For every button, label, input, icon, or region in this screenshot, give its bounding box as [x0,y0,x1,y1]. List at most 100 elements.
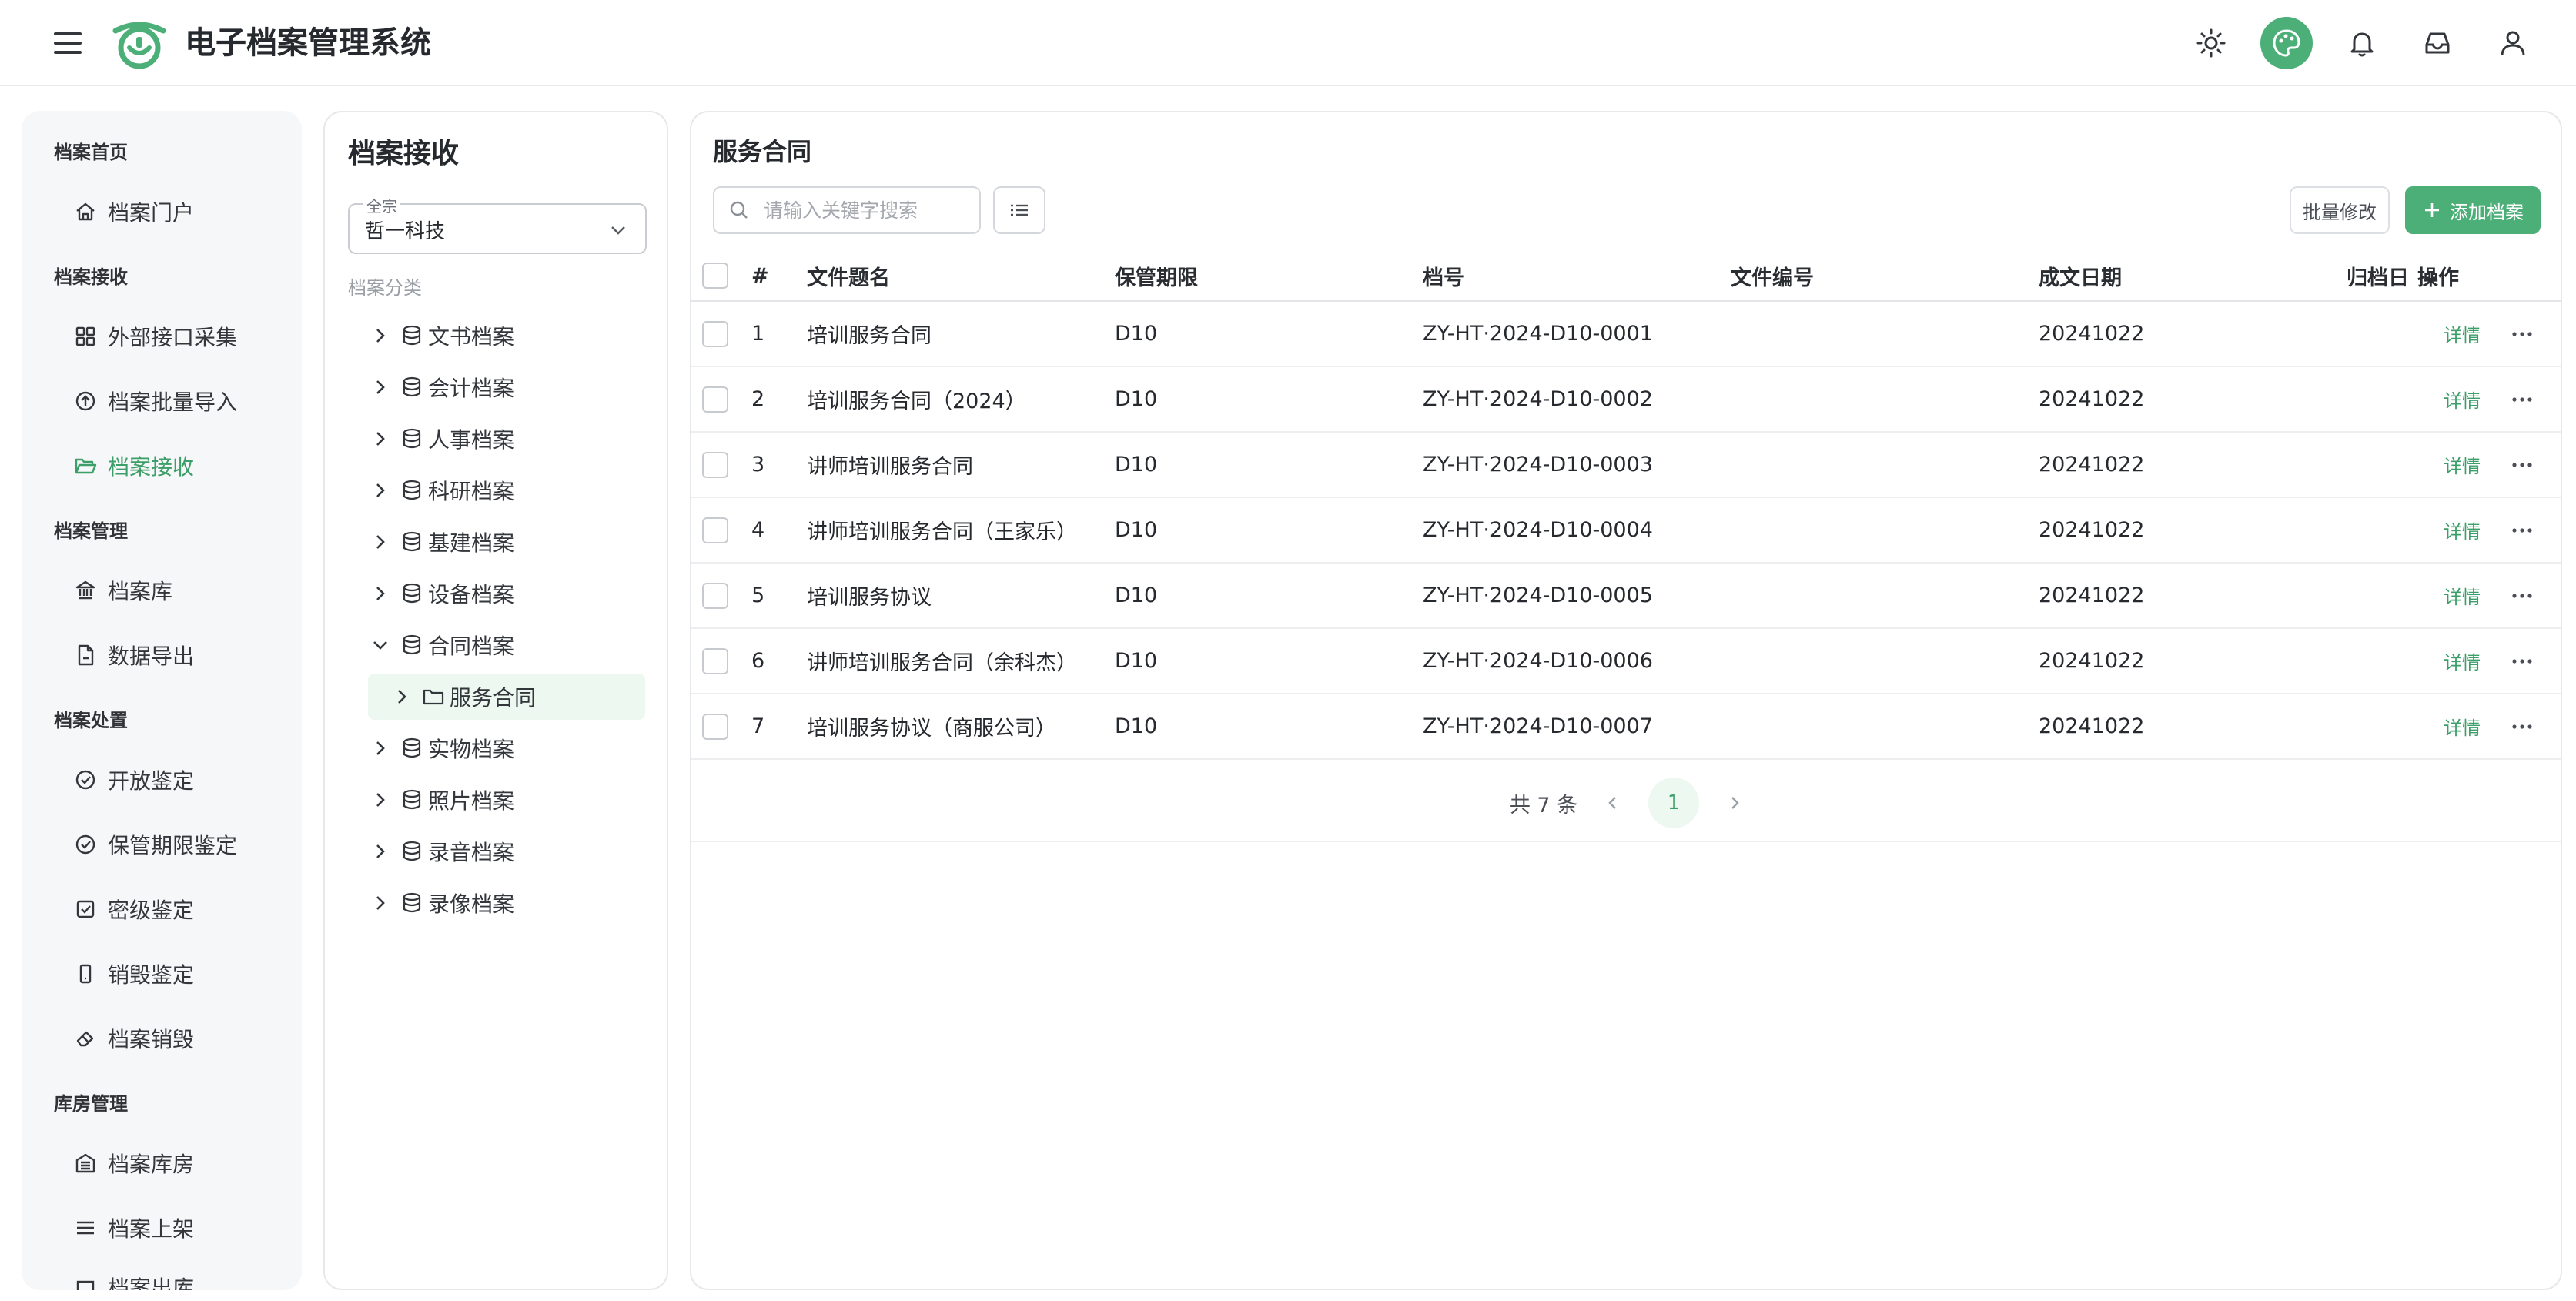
select-all-checkbox[interactable] [702,263,728,289]
inbox-button[interactable] [2416,22,2459,65]
sidebar-item-batch-import[interactable]: 档案批量导入 [74,380,237,423]
chevron-right-icon[interactable] [366,425,394,453]
row-checkbox[interactable] [702,713,728,740]
batch-edit-button[interactable]: 批量修改 [2290,186,2390,234]
chevron-right-icon[interactable] [366,322,394,349]
tree-node[interactable]: 设备档案 [366,570,644,617]
tree-node[interactable]: 科研档案 [366,467,644,513]
row-checkbox[interactable] [702,582,728,609]
palette-button[interactable] [2260,17,2313,69]
tree-node[interactable]: 录音档案 [366,828,644,875]
sidebar-item-shelving[interactable]: 档案上架 [74,1206,194,1249]
list-filter-icon [1011,204,1028,216]
sidebar-item-repository[interactable]: 档案库 [74,569,172,612]
chevron-right-icon[interactable] [1724,792,1745,814]
column-header-retention[interactable]: 保管期限 [1115,251,1198,300]
detail-link[interactable]: 详情 [2444,564,2481,627]
chevron-down-icon[interactable] [366,631,394,659]
inbox-icon [2425,32,2450,54]
detail-link[interactable]: 详情 [2444,302,2481,366]
page-number-button[interactable]: 1 [1648,778,1700,828]
detail-link[interactable]: 详情 [2444,629,2481,693]
hamburger-menu-icon[interactable] [51,28,88,59]
user-button[interactable] [2491,22,2534,65]
cell-retention: D10 [1115,714,1158,738]
column-header-title[interactable]: 文件题名 [807,251,890,300]
nav-group-title: 档案处置 [54,710,128,731]
eraser-icon [76,1031,94,1047]
sidebar-item-portal[interactable]: 档案门户 [74,190,194,233]
sidebar-item-open-appraisal[interactable]: 开放鉴定 [74,758,194,801]
notification-button[interactable] [2340,22,2384,65]
column-header-archive-date[interactable]: 归档日 [2347,251,2409,300]
search-input[interactable] [764,199,964,222]
sidebar-item-warehouse[interactable]: 档案库房 [74,1142,194,1185]
add-archive-label: 添加档案 [2450,201,2524,223]
chevron-right-icon[interactable] [366,838,394,865]
sidebar-item-destroy-appraisal[interactable]: 销毁鉴定 [74,952,194,995]
cell-index: 7 [751,714,765,738]
sidebar-item-retention-appraisal[interactable]: 保管期限鉴定 [74,823,237,866]
row-checkbox[interactable] [702,451,728,478]
chevron-right-icon[interactable] [366,477,394,504]
search-field[interactable] [713,186,981,234]
detail-link[interactable]: 详情 [2444,367,2481,431]
detail-link[interactable]: 详情 [2444,694,2481,758]
tree-node-label: 基建档案 [428,530,515,556]
column-header-archive-code[interactable]: 档号 [1423,251,1464,300]
more-icon[interactable] [2508,585,2536,607]
tree-node[interactable]: 合同档案 [366,622,644,668]
more-icon[interactable] [2508,716,2536,737]
detail-link[interactable]: 详情 [2444,433,2481,497]
sidebar-item-data-export[interactable]: 数据导出 [74,634,194,677]
row-checkbox[interactable] [702,320,728,347]
chevron-right-icon[interactable] [366,373,394,401]
more-icon[interactable] [2508,389,2536,410]
chevron-right-icon[interactable] [366,889,394,917]
row-checkbox[interactable] [702,647,728,674]
detail-link[interactable]: 详情 [2444,498,2481,562]
sidebar-item-outbound[interactable]: 档案出库 [74,1266,194,1290]
sidebar-item-label: 销毁鉴定 [108,962,195,988]
sidebar-item-label: 档案库 [108,579,173,604]
more-icon[interactable] [2508,323,2536,345]
cell-index: 4 [751,518,765,542]
search-icon [730,201,748,219]
column-header-file-number[interactable]: 文件编号 [1731,251,1814,300]
sidebar-item-label: 档案批量导入 [108,390,238,415]
cell-retention: D10 [1115,518,1158,542]
tree-node[interactable]: 会计档案 [366,364,644,410]
more-icon[interactable] [2508,454,2536,476]
sidebar-item-label: 保管期限鉴定 [108,833,238,858]
more-icon[interactable] [2508,520,2536,541]
row-checkbox[interactable] [702,517,728,543]
chevron-right-icon[interactable] [366,734,394,762]
chevron-down-icon [611,226,625,235]
add-archive-button[interactable]: 添加档案 [2405,186,2541,234]
chevron-right-icon[interactable] [366,528,394,556]
sidebar-item-destroy[interactable]: 档案销毁 [74,1017,194,1060]
tree-node[interactable]: 实物档案 [366,725,644,771]
filter-button[interactable] [993,186,1045,234]
chevron-right-icon[interactable] [366,580,394,607]
column-header-date[interactable]: 成文日期 [2039,251,2122,300]
fonds-select[interactable]: 全宗 哲一科技 [348,194,647,254]
tree-node[interactable]: 文书档案 [366,313,644,359]
sidebar-item-receive[interactable]: 档案接收 [74,444,194,487]
chevron-right-icon[interactable] [388,683,416,711]
chevron-right-icon[interactable] [366,786,394,814]
check-circle-icon [75,834,95,855]
cell-archive-code: ZY-HT·2024-D10-0007 [1423,714,1653,738]
sidebar-item-external-collect[interactable]: 外部接口采集 [74,315,237,358]
sidebar-item-classification-appraisal[interactable]: 密级鉴定 [74,888,194,931]
row-checkbox[interactable] [702,386,728,413]
tree-node[interactable]: 照片档案 [366,777,644,823]
theme-toggle-button[interactable] [2190,22,2233,65]
tree-node[interactable]: 人事档案 [366,416,644,462]
tree-node-selected[interactable]: 服务合同 [368,674,645,720]
column-header-operations: 操作 [2417,266,2459,290]
more-icon[interactable] [2508,650,2536,672]
tree-node[interactable]: 录像档案 [366,880,644,926]
tree-node[interactable]: 基建档案 [366,519,644,565]
chevron-left-icon[interactable] [1602,792,1624,814]
